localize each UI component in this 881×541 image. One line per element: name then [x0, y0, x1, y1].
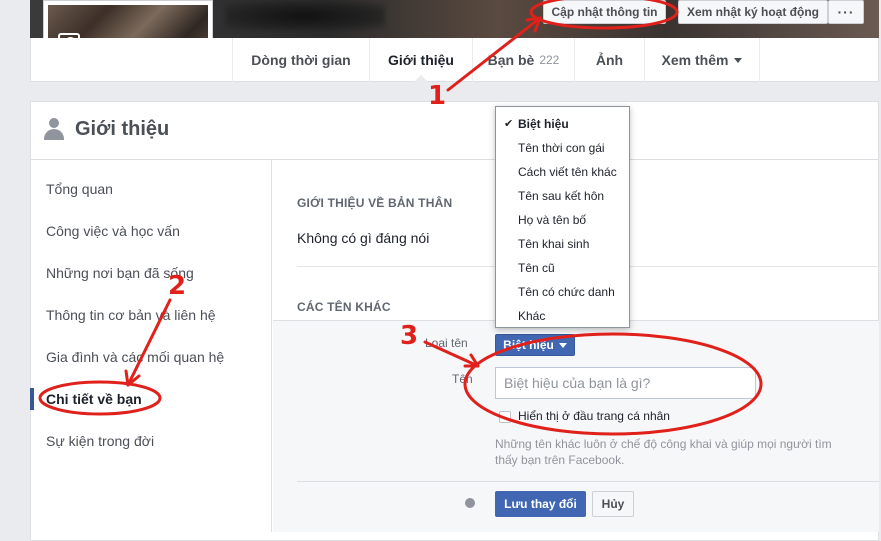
show-on-profile-label[interactable]: Hiển thị ở đầu trang cá nhân: [518, 409, 670, 423]
tab-timeline-label: Dòng thời gian: [251, 52, 351, 68]
dropdown-option-label: Tên cũ: [518, 261, 555, 275]
tab-about-label: Giới thiệu: [388, 52, 454, 68]
nav-item-family-relationships[interactable]: Gia đình và các mối quan hệ: [46, 349, 224, 365]
dropdown-option-label: Khác: [518, 309, 546, 323]
name-type-selected: Biệt hiệu: [503, 338, 554, 352]
update-info-button[interactable]: Cập nhật thông tin: [543, 0, 666, 24]
tab-friends[interactable]: Bạn bè 222: [472, 38, 574, 82]
save-changes-button[interactable]: Lưu thay đổi: [495, 491, 586, 517]
dropdown-option[interactable]: Khác: [496, 306, 629, 330]
bio-section-label: GIỚI THIỆU VỀ BẢN THÂN: [297, 196, 453, 210]
tab-photos-label: Ảnh: [595, 52, 624, 68]
checkmark-icon: ✔: [504, 118, 514, 130]
dropdown-option[interactable]: Tên có chức danh: [496, 282, 629, 306]
dropdown-option-label: Cách viết tên khác: [518, 165, 617, 179]
cancel-button[interactable]: Hủy: [592, 491, 634, 517]
other-names-section-label: CÁC TÊN KHÁC: [297, 300, 391, 314]
nav-item-overview[interactable]: Tổng quan: [46, 181, 113, 197]
dropdown-option[interactable]: Cách viết tên khác: [496, 162, 629, 186]
nav-item-contact-basic-info[interactable]: Thông tin cơ bản và liên hệ: [46, 307, 216, 323]
help-text: Những tên khác luôn ở chế độ công khai v…: [495, 437, 832, 467]
dropdown-option-label: Tên khai sinh: [518, 237, 590, 251]
more-options-button[interactable]: ···: [828, 0, 864, 24]
name-type-select[interactable]: Biệt hiệu: [495, 334, 575, 356]
nav-item-work-education[interactable]: Công việc và học vấn: [46, 223, 180, 239]
dropdown-option-label: Tên thời con gái: [518, 141, 605, 155]
nav-item-details-about-you[interactable]: Chi tiết về bạn: [46, 391, 142, 407]
dropdown-option[interactable]: Họ và tên bố: [496, 210, 629, 234]
dropdown-option[interactable]: Tên sau kết hôn: [496, 186, 629, 210]
dropdown-option-label: Biệt hiệu: [518, 117, 569, 131]
dropdown-option-label: Họ và tên bố: [518, 213, 587, 227]
tab-friends-label: Bạn bè: [487, 52, 535, 68]
activity-log-button[interactable]: Xem nhật ký hoạt động: [678, 0, 828, 24]
about-title: Giới thiệu: [75, 118, 170, 140]
divider: [297, 481, 879, 482]
dropdown-option-label: Tên sau kết hôn: [518, 189, 605, 203]
person-icon: [43, 118, 65, 140]
chevron-down-icon: [734, 57, 743, 63]
friends-count: 222: [539, 53, 560, 67]
name-type-label: Loại tên: [425, 336, 468, 350]
nickname-input[interactable]: [495, 367, 756, 399]
name-type-dropdown-menu: ✔ Biệt hiệu Tên thời con gái Cách viết tê…: [495, 106, 630, 328]
about-sidebar: [31, 160, 272, 532]
bio-text[interactable]: Không có gì đáng nói: [297, 230, 429, 246]
dropdown-option[interactable]: ✔ Biệt hiệu: [496, 114, 629, 138]
tab-photos[interactable]: Ảnh: [574, 38, 644, 82]
dropdown-option[interactable]: Tên cũ: [496, 258, 629, 282]
chevron-down-icon: [558, 342, 567, 348]
tab-more-label: Xem thêm: [661, 52, 729, 68]
nav-item-life-events[interactable]: Sự kiện trong đời: [46, 433, 154, 449]
nav-item-places-lived[interactable]: Những nơi bạn đã sống: [46, 265, 194, 281]
active-tab-pointer: [414, 75, 428, 82]
tab-more[interactable]: Xem thêm: [644, 38, 760, 82]
cover-redacted-area: [225, 2, 385, 30]
globe-icon[interactable]: [465, 498, 475, 508]
dropdown-option[interactable]: Tên khai sinh: [496, 234, 629, 258]
show-on-profile-checkbox[interactable]: [499, 411, 511, 423]
dropdown-option[interactable]: Tên thời con gái: [496, 138, 629, 162]
dropdown-option-label: Tên có chức danh: [518, 285, 615, 299]
nav-active-indicator: [30, 388, 34, 410]
name-label: Tên: [452, 372, 473, 386]
tab-timeline[interactable]: Dòng thời gian: [232, 38, 369, 82]
